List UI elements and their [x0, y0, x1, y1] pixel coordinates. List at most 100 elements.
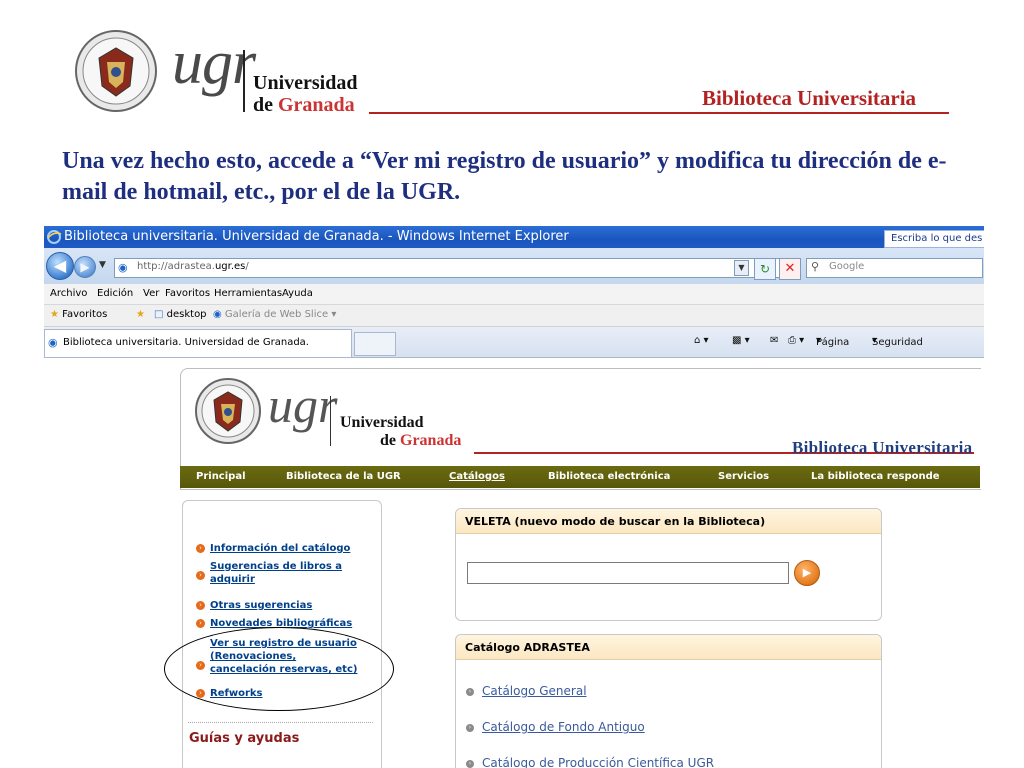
highlight-ellipse — [164, 627, 394, 711]
veleta-search-input[interactable] — [467, 562, 789, 584]
adrastea-title: Catálogo ADRASTEA — [465, 641, 590, 654]
veleta-header: VELETA (nuevo modo de buscar en la Bibli… — [456, 509, 881, 534]
address-dropdown-icon[interactable]: ▼ — [734, 260, 749, 276]
menu-bar: Archivo Edición Ver Favoritos Herramient… — [44, 284, 984, 305]
desktop-icon: □ — [154, 309, 164, 320]
browser-window: Biblioteca universitaria. Universidad de… — [44, 226, 984, 768]
nav-catalogos[interactable]: Catálogos — [449, 471, 505, 482]
link-catalogo-produccion[interactable]: Catálogo de Producción Científica UGR — [482, 756, 714, 768]
slide-university-de: de — [253, 94, 273, 116]
bullet-icon: › — [196, 571, 205, 580]
page-menu[interactable]: Página ▾ — [816, 335, 849, 348]
tab-title: Biblioteca universitaria. Universidad de… — [63, 337, 309, 348]
site-university-line1: Universidad — [340, 414, 424, 431]
instruction-text: Una vez hecho esto, accede a “Ver mi reg… — [62, 148, 947, 205]
url-prefix: http://adrastea. — [137, 261, 215, 272]
web-slice-icon: ◉ — [213, 309, 222, 320]
tab-page-icon: ◉ — [48, 336, 58, 349]
favorites-bar: ★ Favoritos ★ □ desktop ◉ Galería de Web… — [44, 305, 984, 327]
slide-library-title: Biblioteca Universitaria — [702, 86, 917, 110]
security-menu[interactable]: Seguridad ▾ — [872, 335, 923, 348]
site-university-line2: de Granada — [380, 432, 461, 450]
menu-favoritos[interactable]: Favoritos — [165, 288, 210, 299]
slide-university-line1: Universidad — [253, 72, 358, 94]
search-hint-tooltip: Escriba lo que des — [884, 230, 984, 248]
forward-button[interactable]: ▶ — [74, 256, 96, 278]
title-bar: Biblioteca universitaria. Universidad de… — [44, 226, 984, 248]
back-button[interactable]: ◀ — [46, 252, 74, 280]
favorites-button[interactable]: ★ Favoritos — [50, 309, 107, 320]
menu-herramientas[interactable]: Herramientas — [214, 288, 282, 299]
search-box[interactable]: ⚲ Google — [806, 258, 983, 278]
menu-ayuda[interactable]: Ayuda — [282, 288, 313, 299]
security-menu-label: Seguridad — [872, 337, 923, 348]
slide-university-line2: de Granada — [253, 94, 355, 117]
site-nav: Principal Biblioteca de la UGR Catálogos… — [180, 466, 980, 488]
url-host: ugr.es — [214, 261, 246, 272]
url-suffix: / — [245, 261, 249, 272]
menu-edicion[interactable]: Edición — [97, 288, 133, 299]
nav-principal[interactable]: Principal — [196, 471, 246, 482]
web-slice-label: Galería de Web Slice — [224, 309, 329, 320]
search-icon: ⚲ — [811, 260, 820, 273]
history-dropdown-icon[interactable]: ▼ — [99, 260, 106, 270]
web-slice-gallery-link[interactable]: ◉ Galería de Web Slice ▾ — [213, 309, 336, 320]
catalog-bullet-icon: › — [466, 760, 474, 768]
search-placeholder: Google — [829, 261, 865, 272]
favorites-label: Favoritos — [62, 309, 108, 320]
menu-archivo[interactable]: Archivo — [50, 288, 87, 299]
tab-bar: ◉ Biblioteca universitaria. Universidad … — [44, 327, 984, 358]
nav-biblioteca-ugr[interactable]: Biblioteca de la UGR — [286, 471, 401, 482]
add-favorite-icon[interactable]: ★ — [136, 309, 145, 320]
ugr-crest-logo — [75, 30, 157, 112]
link-catalogo-general[interactable]: Catálogo General — [482, 684, 587, 698]
site-university-granada: Granada — [400, 432, 462, 449]
page-menu-label: Página — [816, 337, 850, 348]
veleta-box: VELETA (nuevo modo de buscar en la Bibli… — [455, 508, 882, 621]
tab-active[interactable]: ◉ Biblioteca universitaria. Universidad … — [44, 329, 352, 357]
print-icon[interactable]: ⎙ ▾ — [788, 335, 804, 346]
bullet-icon: › — [196, 544, 205, 553]
link-otras-sugerencias[interactable]: Otras sugerencias — [210, 600, 312, 612]
home-icon[interactable]: ⌂ ▾ — [694, 335, 709, 346]
adrastea-header: Catálogo ADRASTEA — [456, 635, 881, 660]
site-library-title: Biblioteca Universitaria — [792, 438, 973, 457]
window-title: Biblioteca universitaria. Universidad de… — [64, 229, 569, 244]
address-field[interactable]: ◉ http://adrastea.ugr.es/ — [114, 258, 796, 278]
new-tab-button[interactable] — [354, 332, 396, 356]
feeds-icon[interactable]: ▩ ▾ — [732, 335, 750, 346]
site-logo-divider — [330, 396, 331, 446]
left-menu-separator — [188, 722, 373, 723]
star-icon: ★ — [50, 309, 59, 320]
nav-biblioteca-responde[interactable]: La biblioteca responde — [811, 471, 940, 482]
address-bar-row: ◀ ▶ ▼ ◉ http://adrastea.ugr.es/ ▼ ↻ ✕ ⚲ … — [44, 248, 984, 284]
link-informacion-catalogo[interactable]: Información del catálogo — [210, 543, 350, 555]
adrastea-box: Catálogo ADRASTEA › Catálogo General › C… — [455, 634, 882, 768]
slide-university-granada: Granada — [278, 94, 355, 116]
nav-servicios[interactable]: Servicios — [718, 471, 769, 482]
link-sugerencias-libros-cont[interactable]: adquirir — [210, 574, 255, 586]
refresh-icon[interactable]: ↻ — [754, 258, 776, 280]
slide-header-rule — [369, 112, 949, 114]
guides-heading: Guías y ayudas — [189, 731, 300, 746]
stop-icon[interactable]: ✕ — [779, 258, 801, 280]
catalog-bullet-icon: › — [466, 724, 474, 732]
menu-ver[interactable]: Ver — [143, 288, 159, 299]
bullet-icon: › — [196, 619, 205, 628]
veleta-go-button[interactable]: ▶ — [794, 560, 820, 586]
fav-desktop-label: desktop — [166, 309, 207, 320]
fav-desktop-link[interactable]: □ desktop — [154, 309, 207, 320]
veleta-title: VELETA (nuevo modo de buscar en la Bibli… — [465, 515, 766, 528]
link-catalogo-fondo-antiguo[interactable]: Catálogo de Fondo Antiguo — [482, 720, 645, 734]
link-sugerencias-libros[interactable]: Sugerencias de libros a — [210, 561, 342, 573]
web-page: ugr Universidad de Granada Biblioteca Un… — [44, 358, 984, 768]
slide-logo-divider — [243, 50, 245, 112]
site-crest-logo — [195, 378, 261, 444]
catalog-bullet-icon: › — [466, 688, 474, 696]
mail-icon[interactable]: ✉ — [770, 335, 778, 346]
page-icon: ◉ — [118, 261, 128, 274]
nav-biblioteca-electronica[interactable]: Biblioteca electrónica — [548, 471, 670, 482]
bullet-icon: › — [196, 601, 205, 610]
site-university-de: de — [380, 432, 396, 449]
site-ugr-wordmark: ugr — [268, 377, 338, 433]
